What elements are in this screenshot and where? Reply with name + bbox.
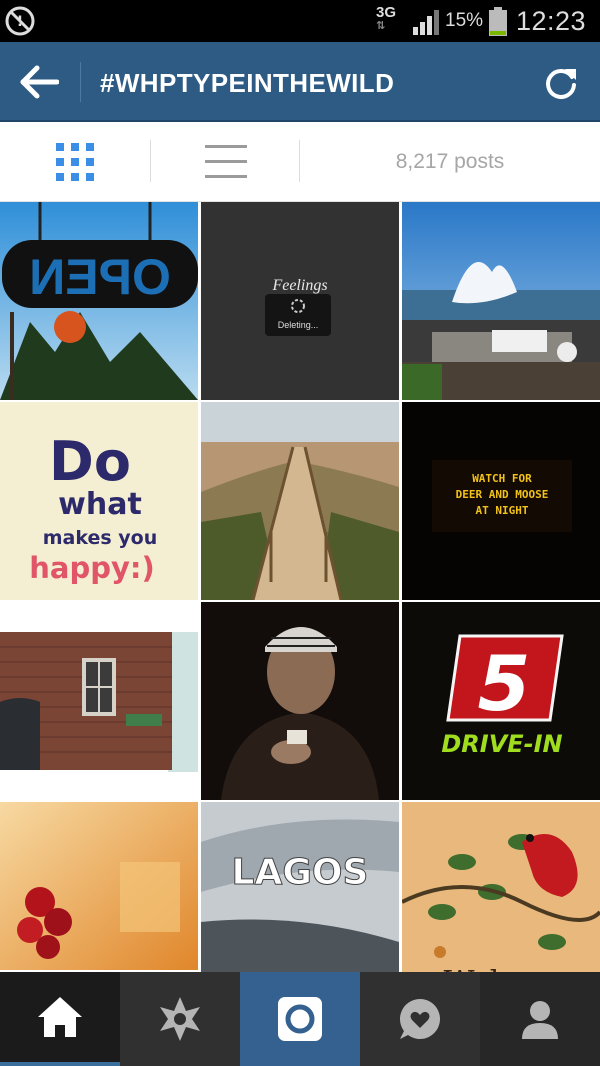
nav-news[interactable] [360, 972, 480, 1066]
photo-tile-cardinal[interactable]: Welcome [402, 802, 600, 1000]
back-button[interactable] [14, 58, 64, 106]
svg-text:!: ! [17, 14, 23, 30]
what-text: what [58, 487, 142, 522]
explore-icon [160, 997, 200, 1041]
photo-tile-feelings[interactable]: Feelings Deleting... [201, 202, 399, 400]
grid-icon [56, 143, 94, 181]
photo-tile-drive-in[interactable]: 5 DRIVE-IN [402, 602, 600, 800]
refresh-button[interactable] [536, 58, 586, 108]
photo-tile-do-what[interactable]: Do what makes you happy:) [0, 402, 198, 600]
grid-view-button[interactable] [50, 140, 100, 184]
open-sign-text: OPEN [29, 249, 171, 305]
refresh-icon [546, 69, 576, 99]
deleting-text: Deleting... [278, 320, 319, 330]
photo-tile-boardwalk[interactable] [201, 402, 399, 600]
at-night-text: AT NIGHT [476, 504, 529, 517]
makes-you-text: makes you [43, 527, 158, 549]
do-text: Do [49, 430, 131, 493]
five-text: 5 [478, 639, 531, 728]
status-bar: ! 3G ⇅ 15% 12:23 [0, 0, 600, 42]
photo-tile-brick-building[interactable] [0, 602, 198, 800]
photo-tile-lagos[interactable]: LAGOS [201, 802, 399, 1000]
network-type: 3G [376, 4, 397, 21]
battery-icon [489, 7, 507, 36]
view-toggle-bar: 8,217 posts [0, 122, 600, 202]
nav-home[interactable] [0, 972, 120, 1066]
network-indicator: 3G ⇅ [376, 4, 397, 32]
deer-moose-text: DEER AND MOOSE [456, 488, 549, 501]
camera-icon [278, 997, 322, 1041]
bottom-navigation [0, 972, 600, 1066]
photo-tile-open-sign[interactable]: OPEN [0, 202, 198, 400]
profile-icon [522, 1001, 558, 1039]
clock: 12:23 [516, 6, 587, 36]
action-bar: #WHPTYPEINTHEWILD [0, 42, 600, 122]
actionbar-divider [80, 62, 81, 102]
watch-for-text: WATCH FOR [472, 472, 532, 485]
photo-tile-neon-sign[interactable]: WATCH FOR DEER AND MOOSE AT NIGHT [402, 402, 600, 600]
home-icon [38, 997, 82, 1037]
nav-explore[interactable] [120, 972, 240, 1066]
page-title: #WHPTYPEINTHEWILD [100, 68, 395, 98]
happy-text: happy:) [29, 551, 155, 585]
back-arrow-icon [20, 65, 59, 99]
battery-percent: 15% [445, 10, 484, 31]
news-icon [400, 999, 440, 1039]
list-view-button[interactable] [198, 140, 254, 184]
feelings-text: Feelings [271, 277, 327, 294]
photo-tile-roses[interactable] [0, 802, 198, 1000]
signal-icon [411, 9, 443, 35]
drive-in-text: DRIVE-IN [441, 730, 562, 758]
photo-tile-old-man[interactable] [201, 602, 399, 800]
toggle-divider [150, 140, 151, 182]
list-icon [205, 145, 247, 178]
data-arrows-icon: ⇅ [376, 20, 386, 32]
no-notification-icon: ! [4, 5, 36, 37]
photo-grid: OPEN Feelings Deleting... Do what makes … [0, 202, 600, 1000]
nav-profile[interactable] [480, 972, 600, 1066]
photo-tile-ocean[interactable] [402, 202, 600, 400]
lagos-text: LAGOS [232, 852, 369, 893]
post-count: 8,217 posts [395, 150, 505, 173]
nav-camera[interactable] [240, 972, 360, 1066]
